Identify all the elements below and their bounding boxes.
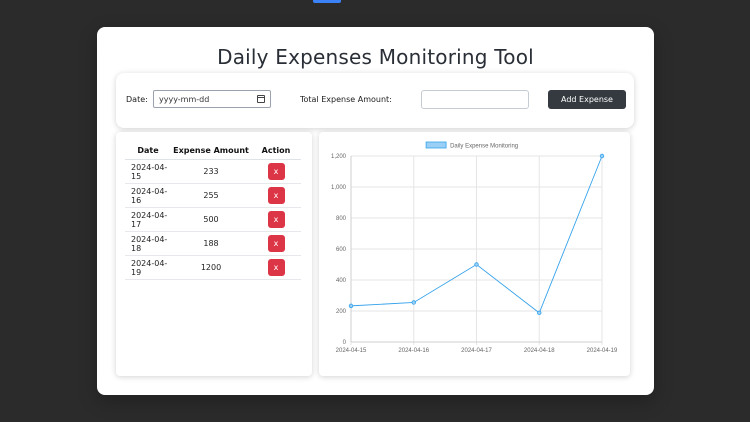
delete-button[interactable]: x: [267, 163, 285, 180]
date-label: Date:: [126, 95, 148, 104]
add-expense-button[interactable]: Add Expense: [548, 90, 626, 109]
row-date: 2024-04-18: [125, 231, 171, 256]
chart-panel: 0 200 400 600 800 1,000 1,200 2024-04-15 2024-04…: [319, 132, 630, 376]
y-tick-label: 200: [336, 309, 347, 315]
table-row: 2024-04-17 500 x: [125, 207, 301, 232]
legend-swatch: [425, 141, 447, 149]
row-date: 2024-04-16: [125, 183, 171, 208]
data-point: [348, 303, 354, 309]
x-tick-label: 2024-04-18: [524, 348, 555, 354]
data-point: [599, 153, 605, 159]
x-tick-label: 2024-04-16: [398, 348, 429, 354]
table-header-row: Date Expense Amount Action: [125, 142, 301, 160]
page-title: Daily Expenses Monitoring Tool: [217, 45, 534, 69]
header-action: Action: [251, 142, 301, 160]
row-amount: 255: [171, 183, 251, 208]
calendar-icon[interactable]: [257, 95, 265, 103]
app-card: Daily Expenses Monitoring Tool Date: yyy…: [97, 27, 654, 395]
y-tick-label: 0: [343, 340, 347, 346]
y-tick-label: 1,200: [331, 154, 347, 160]
delete-button[interactable]: x: [267, 187, 285, 204]
y-tick-label: 800: [336, 216, 347, 222]
amount-input[interactable]: [421, 90, 529, 109]
data-point: [537, 310, 542, 316]
total-amount-label: Total Expense Amount:: [300, 95, 392, 104]
expense-table-panel: Date Expense Amount Action 2024-04-15 23…: [116, 132, 312, 376]
table-row: 2024-04-19 1200 x: [125, 255, 301, 280]
row-date: 2024-04-17: [125, 207, 171, 232]
y-tick-label: 400: [336, 278, 347, 284]
row-date: 2024-04-15: [125, 159, 171, 184]
row-action: x: [251, 183, 301, 208]
row-action: x: [251, 159, 301, 184]
table-row: 2024-04-16 255 x: [125, 183, 301, 208]
date-input[interactable]: yyyy-mm-dd: [153, 90, 271, 108]
row-amount: 500: [171, 207, 251, 232]
row-action: x: [251, 255, 301, 280]
delete-button[interactable]: x: [267, 211, 285, 228]
data-point: [411, 300, 416, 305]
row-amount: 233: [171, 159, 251, 184]
delete-button[interactable]: x: [267, 259, 285, 276]
row-date: 2024-04-19: [125, 255, 171, 280]
x-tick-label: 2024-04-19: [587, 348, 618, 354]
data-point: [474, 262, 479, 267]
table-row: 2024-04-15 233 x: [125, 159, 301, 184]
legend-label: Daily Expense Monitoring: [450, 144, 518, 150]
expense-line-chart: 0 200 400 600 800 1,000 1,200 2024-04-15 2024-04…: [331, 141, 618, 354]
x-tick-label: 2024-04-15: [336, 348, 367, 354]
y-tick-label: 600: [336, 247, 347, 253]
delete-button[interactable]: x: [267, 235, 285, 252]
row-amount: 1200: [171, 255, 251, 280]
y-tick-label: 1,000: [331, 185, 347, 191]
row-action: x: [251, 207, 301, 232]
date-placeholder: yyyy-mm-dd: [159, 94, 210, 104]
top-accent-bar: [313, 0, 341, 3]
table-row: 2024-04-18 188 x: [125, 231, 301, 256]
row-amount: 188: [171, 231, 251, 256]
header-date: Date: [125, 142, 171, 160]
header-amount: Expense Amount: [171, 142, 251, 160]
x-tick-label: 2024-04-17: [461, 348, 492, 354]
expense-table: Date Expense Amount Action 2024-04-15 23…: [125, 142, 301, 280]
expense-form: Date: yyyy-mm-dd Total Expense Amount: A…: [116, 73, 634, 128]
row-action: x: [251, 231, 301, 256]
